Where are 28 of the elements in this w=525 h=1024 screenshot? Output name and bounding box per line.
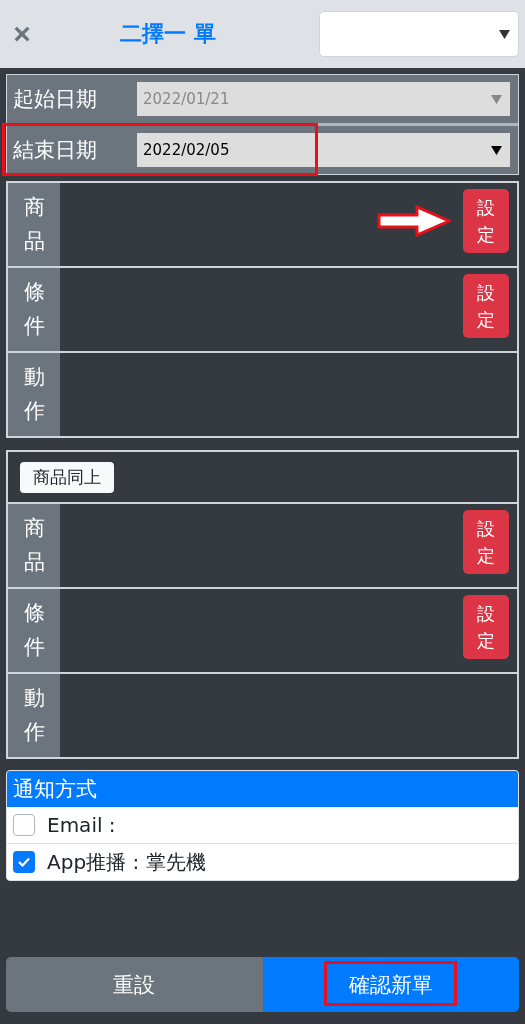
- set-button[interactable]: 設定: [463, 510, 509, 574]
- date-label: 結束日期: [13, 137, 98, 164]
- option-label: Email :: [47, 813, 116, 837]
- row-label-cell: 條件: [8, 589, 60, 672]
- confirm-button[interactable]: 確認新單: [262, 957, 519, 1012]
- caret-icon: [491, 94, 502, 104]
- row-label-cell: 動作: [8, 674, 60, 757]
- close-button[interactable]: ×: [10, 19, 34, 49]
- dropdown[interactable]: [319, 11, 519, 57]
- date-select[interactable]: 2022/02/05: [137, 133, 510, 167]
- reset-button[interactable]: 重設: [6, 957, 263, 1012]
- page-title: 二擇一 單: [119, 20, 217, 48]
- copy-above-button[interactable]: 商品同上: [20, 461, 114, 493]
- date-label: 起始日期: [13, 86, 98, 113]
- row-label-cell: 條件: [8, 268, 60, 351]
- caret-icon: [491, 145, 502, 155]
- row-label-cell: 商品: [8, 504, 60, 587]
- checkbox[interactable]: [13, 851, 35, 873]
- row-label-cell: 動作: [8, 353, 60, 436]
- notification-title: 通知方式: [7, 771, 518, 807]
- set-button[interactable]: 設定: [463, 595, 509, 659]
- caret-icon: [499, 29, 510, 39]
- set-button[interactable]: 設定: [463, 189, 509, 253]
- check-icon: [18, 857, 30, 867]
- row-label-cell: 商品: [8, 183, 60, 266]
- checkbox[interactable]: [13, 814, 35, 836]
- set-button[interactable]: 設定: [463, 274, 509, 338]
- option-label: App推播 : 掌先機: [47, 848, 206, 876]
